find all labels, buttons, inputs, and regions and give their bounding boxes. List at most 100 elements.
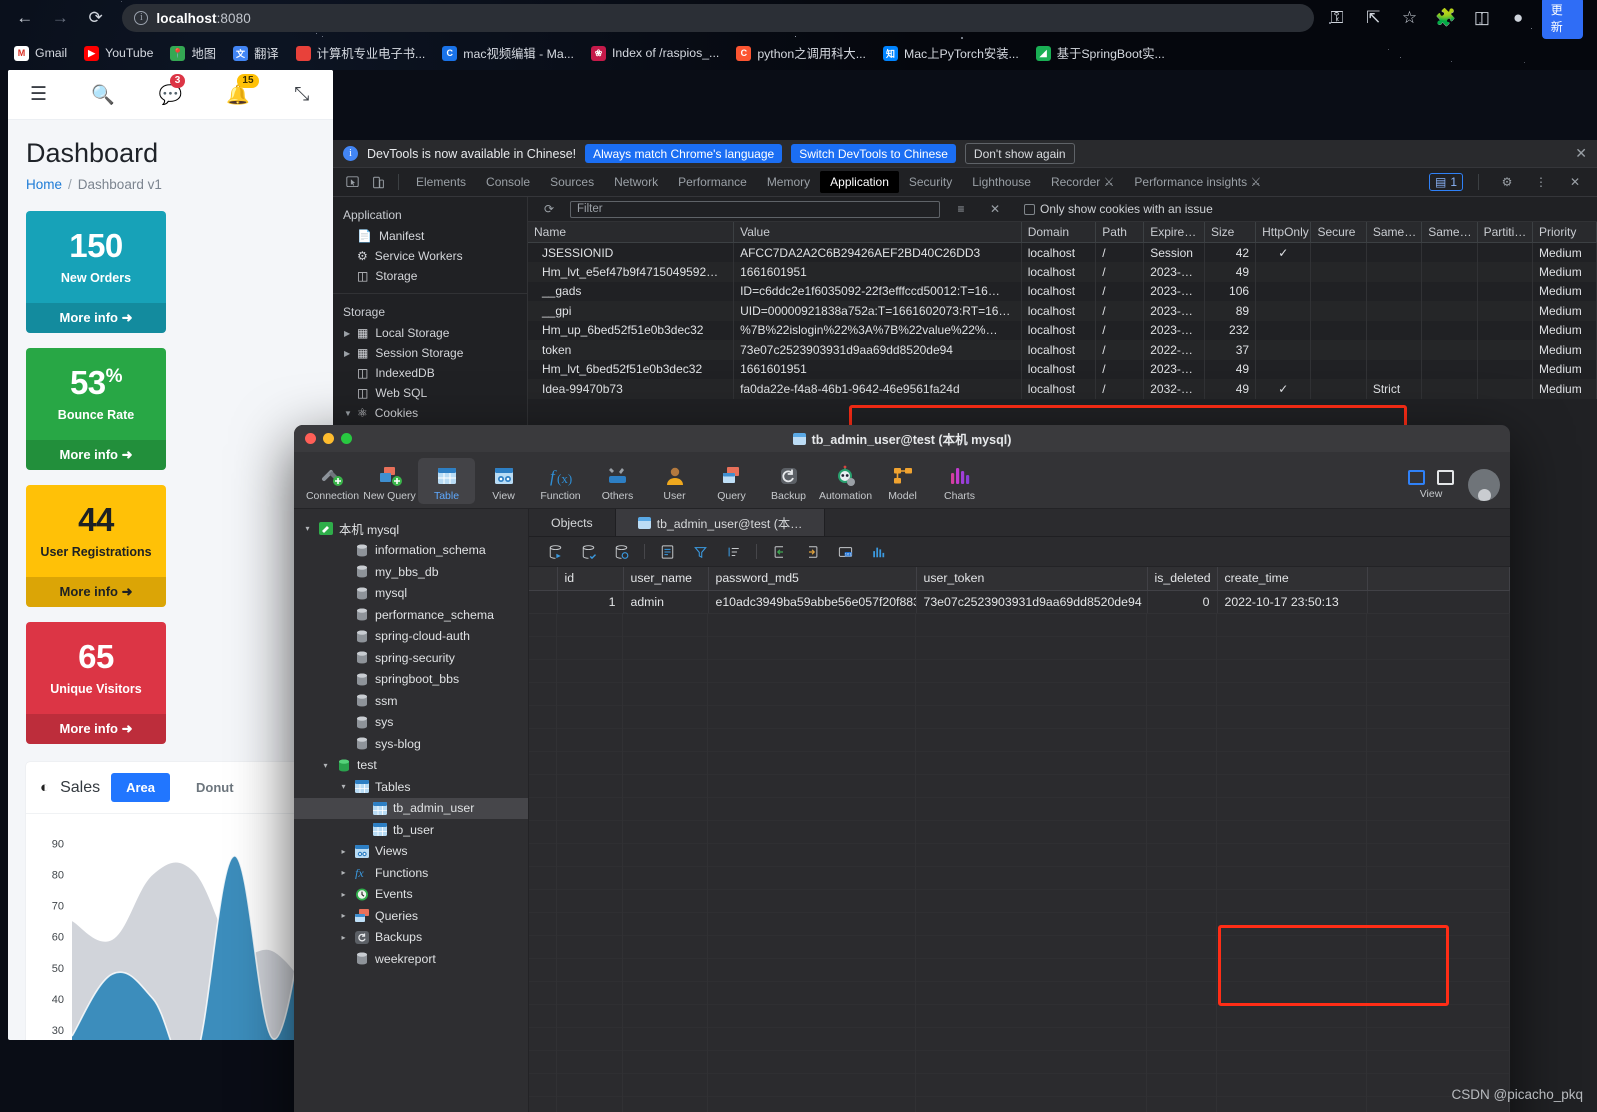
toolbar-new-query-button[interactable]: New Query — [361, 458, 418, 504]
clear-filter-icon[interactable]: ≡ — [948, 197, 974, 221]
import-wizard-icon[interactable] — [763, 541, 796, 563]
clear-all-icon[interactable]: ✕ — [982, 197, 1008, 221]
cookie-row[interactable]: __gads ID=c6ddc2e1f6035092-22f3efffccd500… — [528, 281, 1597, 301]
devtools-tab-sources[interactable]: Sources — [540, 171, 604, 193]
tree-item-spring-security[interactable]: spring-security — [294, 647, 528, 669]
devtools-tab-console[interactable]: Console — [476, 171, 540, 193]
devtools-tab-performance-insights[interactable]: Performance insights ⚔ — [1124, 171, 1271, 193]
cookie-row[interactable]: JSESSIONID AFCC7DA2A2C6B29426AEF2BD40C26D… — [528, 242, 1597, 262]
sidebar-item-session-storage[interactable]: ▶ ▦ Session Storage — [333, 343, 527, 363]
grid-cell-password_md5[interactable]: e10adc3949ba59abbe56e057f20f883e — [708, 590, 917, 614]
reload-icon[interactable]: ⟳ — [83, 5, 108, 31]
navicat-tab-table-data[interactable]: tb_admin_user@test (本… — [615, 509, 826, 536]
tree-item-functions[interactable]: ▸ fx Functions — [294, 862, 528, 884]
tree-item-events[interactable]: ▸ Events — [294, 884, 528, 906]
grid-column-header[interactable]: user_token — [916, 567, 1148, 591]
grid-column-header[interactable]: user_name — [623, 567, 709, 591]
tree-item-information-schema[interactable]: information_schema — [294, 540, 528, 562]
toolbar-automation-button[interactable]: Automation — [817, 458, 874, 504]
always-match-language-button[interactable]: Always match Chrome's language — [585, 144, 783, 163]
begin-transaction-icon[interactable] — [539, 541, 572, 563]
chevron-right-icon[interactable]: ▸ — [338, 911, 349, 920]
devtools-tab-memory[interactable]: Memory — [757, 171, 820, 193]
table-row[interactable]: 1 admin e10adc3949ba59abbe56e057f20f883e 73… — [529, 590, 1510, 614]
tree-item-tb-user[interactable]: tb_user — [294, 819, 528, 841]
grid-column-header[interactable]: is_deleted — [1147, 567, 1218, 591]
tree-item-spring-cloud-auth[interactable]: spring-cloud-auth — [294, 626, 528, 648]
filter-icon[interactable] — [684, 541, 717, 563]
cookies-column-header[interactable]: Same… — [1366, 222, 1423, 243]
chevron-down-icon[interactable]: ▾ — [320, 761, 331, 770]
tree-item-weekreport[interactable]: weekreport — [294, 948, 528, 970]
devtools-tab-security[interactable]: Security — [899, 171, 962, 193]
toolbar-backup-button[interactable]: Backup — [760, 458, 817, 504]
key-icon[interactable]: ⚿ — [1324, 5, 1349, 31]
chevron-down-icon[interactable]: ▾ — [302, 524, 313, 533]
cookies-column-header[interactable]: Same… — [1421, 222, 1478, 243]
breadcrumb-home[interactable]: Home — [26, 177, 62, 192]
toolbar-charts-button[interactable]: Charts — [931, 458, 988, 504]
sidebar-view-button[interactable] — [1408, 470, 1425, 485]
filter-input[interactable]: Filter — [570, 200, 940, 218]
tree-item-backups[interactable]: ▸ Backups — [294, 927, 528, 949]
messages-icon[interactable]: 💬 3 — [159, 73, 186, 107]
cookies-column-header[interactable]: Name — [528, 222, 735, 243]
cookie-row[interactable]: __gpi UID=00000921838a752a:T=1661602073:R… — [528, 301, 1597, 321]
chevron-right-icon[interactable]: ▸ — [338, 847, 349, 856]
tree-item-test[interactable]: ▾ test — [294, 755, 528, 777]
bookmark-item[interactable]: ❀ Index of /raspios_... — [590, 45, 719, 61]
grid-column-header[interactable]: password_md5 — [708, 567, 917, 591]
tree-item-performance-schema[interactable]: performance_schema — [294, 604, 528, 626]
bookmark-item[interactable]: ◢ 基于SpringBoot实... — [1035, 44, 1165, 62]
share-icon[interactable]: ⇱ — [1361, 5, 1386, 31]
devtools-tab-application[interactable]: Application — [820, 171, 899, 193]
sidebar-item-storage[interactable]: ◫ Storage — [333, 266, 527, 286]
info-pane-view-button[interactable] — [1437, 470, 1454, 485]
chevron-right-icon[interactable]: ▶ — [344, 329, 350, 338]
toolbar-query-button[interactable]: Query — [703, 458, 760, 504]
bookmark-star-icon[interactable]: ☆ — [1397, 5, 1422, 31]
record-count-icon[interactable]: 101 — [829, 541, 862, 563]
export-wizard-icon[interactable] — [796, 541, 829, 563]
site-info-icon[interactable]: i — [134, 11, 149, 25]
toolbar-connection-button[interactable]: Connection — [304, 458, 361, 504]
fullscreen-icon[interactable]: ⤡ — [294, 84, 309, 106]
bookmark-item[interactable]: 📍 地图 — [170, 44, 216, 62]
dont-show-again-button[interactable]: Don't show again — [964, 143, 1075, 164]
switch-to-chinese-button[interactable]: Switch DevTools to Chinese — [791, 144, 956, 163]
only-show-issues-toggle[interactable]: Only show cookies with an issue — [1024, 202, 1213, 216]
profile-icon[interactable]: ● — [1506, 5, 1531, 31]
forward-arrow-icon[interactable]: → — [47, 5, 72, 31]
cookie-row[interactable]: Hm_lvt_6bed52f51e0b3dec32 1661601951 local… — [528, 359, 1597, 379]
sidebar-item-service-workers[interactable]: ⚙ Service Workers — [333, 246, 527, 266]
cookies-column-header[interactable]: Value — [733, 222, 1022, 243]
grid-cell-id[interactable]: 1 — [557, 590, 624, 614]
rollback-icon[interactable] — [605, 541, 638, 563]
tree-item-tb-admin-user[interactable]: tb_admin_user — [294, 797, 528, 819]
chevron-down-icon[interactable]: ▼ — [344, 409, 352, 418]
sidebar-item-manifest[interactable]: 📄 Manifest — [333, 226, 527, 246]
stat-card[interactable]: 150 New Orders More info ➜ — [26, 211, 166, 333]
grid-column-header[interactable]: create_time — [1217, 567, 1368, 591]
cookies-column-header[interactable]: Priority — [1532, 222, 1597, 243]
stat-card-more-link[interactable]: More info ➜ — [26, 714, 166, 744]
address-bar[interactable]: i localhost:8080 — [122, 4, 1315, 32]
grid-cell-is_deleted[interactable]: 0 — [1147, 590, 1218, 614]
devtools-tab-network[interactable]: Network — [604, 171, 668, 193]
toolbar-others-button[interactable]: Others — [589, 458, 646, 504]
bookmark-item[interactable]: 知 Mac上PyTorch安装... — [882, 44, 1019, 62]
form-view-icon[interactable] — [651, 541, 684, 563]
cookies-column-header[interactable]: Size — [1204, 222, 1257, 243]
update-button[interactable]: 更新 — [1541, 0, 1584, 39]
devtools-tab-elements[interactable]: Elements — [406, 171, 476, 193]
sidebar-item-indexeddb[interactable]: ◫ IndexedDB — [333, 363, 527, 383]
notifications-icon[interactable]: 🔔 15 — [226, 73, 259, 107]
toolbar-user-button[interactable]: User — [646, 458, 703, 504]
tab-area[interactable]: Area — [111, 773, 171, 802]
chevron-right-icon[interactable]: ▸ — [338, 868, 349, 877]
stat-card-more-link[interactable]: More info ➜ — [26, 303, 166, 333]
cookie-row[interactable]: Hm_lvt_e5ef47b9f4715049592… 1661601951 loc… — [528, 262, 1597, 282]
devtools-tab-recorder[interactable]: Recorder ⚔ — [1041, 171, 1124, 193]
grid-cell-user_name[interactable]: admin — [623, 590, 709, 614]
sidebar-item-cookies[interactable]: ▼ ⚛ Cookies — [333, 403, 527, 423]
